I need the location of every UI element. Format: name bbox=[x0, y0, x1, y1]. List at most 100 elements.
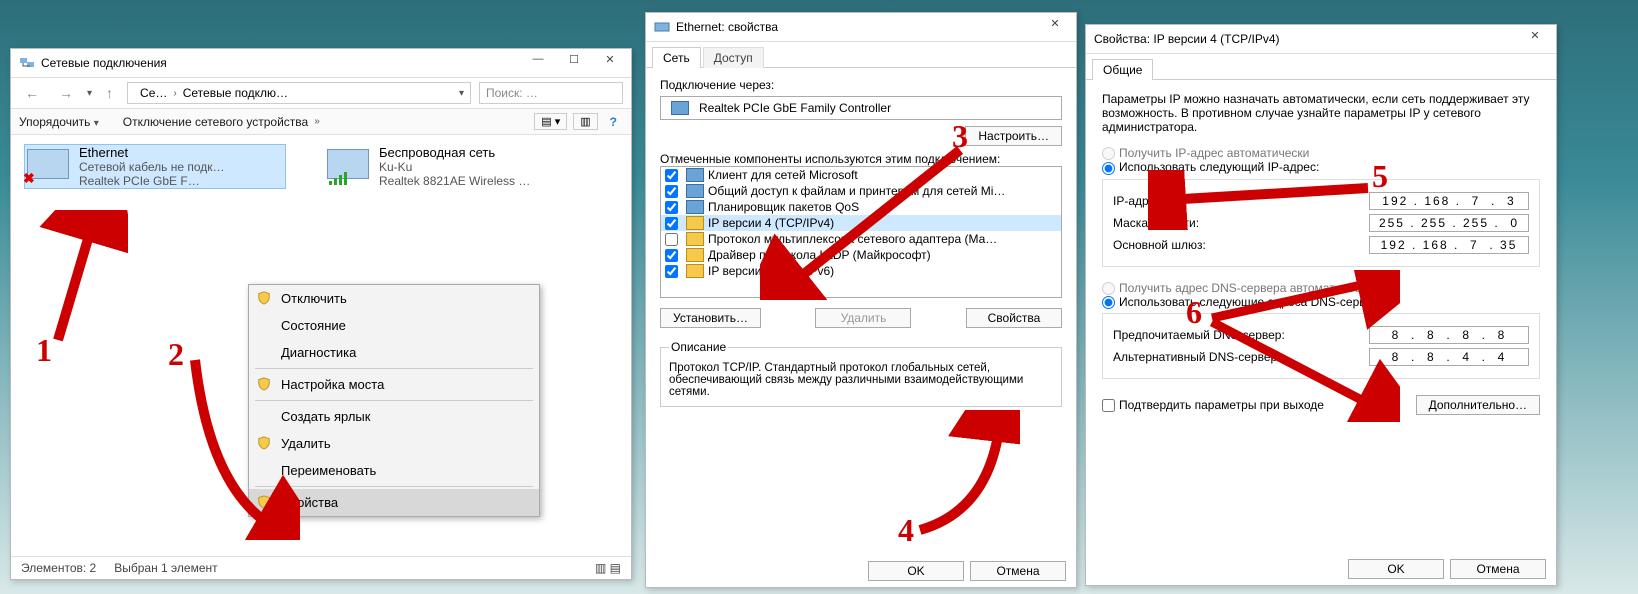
toolbar-organize[interactable]: Упорядочить ▾ bbox=[19, 115, 99, 129]
separator bbox=[255, 368, 533, 369]
item-label: IP версии 6 (TCP/IPv6) bbox=[708, 264, 834, 278]
maximize-button[interactable]: ☐ bbox=[557, 53, 591, 73]
dns2-input[interactable] bbox=[1369, 348, 1529, 366]
item-label: IP версии 4 (TCP/IPv4) bbox=[708, 216, 834, 230]
adapter-driver: Realtek 8821AE Wireless … bbox=[379, 174, 530, 188]
dns1-label: Предпочитаемый DNS-сервер: bbox=[1113, 328, 1285, 342]
shield-icon bbox=[257, 291, 271, 305]
item-checkbox[interactable] bbox=[665, 265, 678, 278]
crumb-item[interactable]: Се… bbox=[140, 86, 167, 100]
item-checkbox[interactable] bbox=[665, 217, 678, 230]
ok-button[interactable]: OK bbox=[1348, 559, 1444, 579]
view-toggle-icon[interactable]: ▥ ▤ bbox=[595, 561, 621, 575]
tab-network[interactable]: Сеть bbox=[652, 47, 701, 68]
remove-button[interactable]: Удалить bbox=[815, 308, 911, 328]
separator bbox=[255, 400, 533, 401]
client-icon bbox=[686, 168, 704, 182]
view-icons-button[interactable]: ▤ ▾ bbox=[534, 113, 567, 130]
protocol-icon bbox=[686, 232, 704, 246]
adapter-ethernet[interactable]: ✖ Ethernet Сетевой кабель не подк… Realt… bbox=[25, 145, 285, 188]
nav-history[interactable]: ▾ bbox=[87, 88, 92, 99]
toolbar-more[interactable]: » bbox=[314, 116, 320, 127]
radio-auto-ip[interactable]: Получить IP-адрес автоматически bbox=[1102, 146, 1309, 160]
gateway-label: Основной шлюз: bbox=[1113, 238, 1206, 252]
list-item[interactable]: Общий доступ к файлам и принтерам для се… bbox=[661, 183, 1061, 199]
nav-forward[interactable]: → bbox=[53, 85, 79, 101]
tab-row: Сеть Доступ bbox=[646, 42, 1076, 68]
protocol-icon bbox=[686, 264, 704, 278]
gateway-input[interactable] bbox=[1369, 236, 1529, 254]
tab-general[interactable]: Общие bbox=[1092, 59, 1153, 80]
ctx-properties[interactable]: Свойства bbox=[249, 489, 539, 516]
shield-icon bbox=[257, 495, 271, 509]
search-input[interactable]: Поиск: … bbox=[479, 82, 623, 104]
nic-icon bbox=[671, 101, 689, 115]
toolbar-disable-device[interactable]: Отключение сетевого устройства bbox=[123, 115, 308, 129]
breadcrumb[interactable]: Се… › Сетевые подклю… ▾ bbox=[127, 82, 471, 104]
shield-icon bbox=[257, 377, 271, 391]
nav-back[interactable]: ← bbox=[19, 85, 45, 101]
window-title: Сетевые подключения bbox=[41, 56, 519, 70]
configure-button[interactable]: Настроить… bbox=[965, 126, 1062, 146]
item-checkbox[interactable] bbox=[665, 201, 678, 214]
item-label: Общий доступ к файлам и принтерам для се… bbox=[708, 184, 1005, 198]
close-button[interactable]: ✕ bbox=[593, 53, 627, 73]
view-details-button[interactable]: ▥ bbox=[573, 113, 597, 130]
advanced-button[interactable]: Дополнительно… bbox=[1416, 395, 1540, 415]
validate-checkbox[interactable]: Подтвердить параметры при выходе bbox=[1102, 398, 1324, 412]
ctx-rename[interactable]: Переименовать bbox=[249, 457, 539, 484]
minimize-button[interactable]: — bbox=[521, 53, 555, 73]
service-icon bbox=[686, 200, 704, 214]
crumb-item[interactable]: Сетевые подклю… bbox=[183, 86, 288, 100]
connect-via-label: Подключение через: bbox=[660, 78, 1062, 92]
item-checkbox[interactable] bbox=[665, 233, 678, 246]
list-item[interactable]: Драйвер протокола LLDP (Майкрософт) bbox=[661, 247, 1061, 263]
components-list[interactable]: Клиент для сетей Microsoft Общий доступ … bbox=[660, 166, 1062, 298]
radio-manual-ip[interactable]: Использовать следующий IP-адрес: bbox=[1102, 160, 1319, 174]
nav-up[interactable]: ↑ bbox=[100, 85, 119, 101]
dns1-input[interactable] bbox=[1369, 326, 1529, 344]
adapter-name: Ethernet bbox=[79, 145, 225, 160]
adapter-list: ✖ Ethernet Сетевой кабель не подк… Realt… bbox=[11, 135, 631, 198]
adapter-status: Ku-Ku bbox=[379, 160, 530, 174]
mask-input[interactable] bbox=[1369, 214, 1529, 232]
ctx-disable[interactable]: Отключить bbox=[249, 285, 539, 312]
list-item[interactable]: IP версии 6 (TCP/IPv6) bbox=[661, 263, 1061, 279]
ctx-status[interactable]: Состояние bbox=[249, 312, 539, 339]
ip-label: IP-адрес: bbox=[1113, 194, 1165, 208]
ctx-shortcut[interactable]: Создать ярлык bbox=[249, 403, 539, 430]
list-item[interactable]: Протокол мультиплексора сетевого адаптер… bbox=[661, 231, 1061, 247]
item-checkbox[interactable] bbox=[665, 185, 678, 198]
app-icon bbox=[19, 55, 35, 71]
status-bar: Элементов: 2 Выбран 1 элемент ▥ ▤ bbox=[11, 556, 631, 579]
tab-access[interactable]: Доступ bbox=[703, 47, 764, 68]
ctx-diagnose[interactable]: Диагностика bbox=[249, 339, 539, 366]
ctx-delete[interactable]: Удалить bbox=[249, 430, 539, 457]
list-item[interactable]: Планировщик пакетов QoS bbox=[661, 199, 1061, 215]
radio-manual-dns[interactable]: Использовать следующие адреса DNS-сервер… bbox=[1102, 295, 1395, 309]
crumb-dropdown[interactable]: ▾ bbox=[459, 88, 464, 99]
ok-button[interactable]: OK bbox=[868, 561, 964, 581]
install-button[interactable]: Установить… bbox=[660, 308, 761, 328]
nic-name: Realtek PCIe GbE Family Controller bbox=[699, 101, 891, 115]
ctx-bridge[interactable]: Настройка моста bbox=[249, 371, 539, 398]
close-button[interactable]: ✕ bbox=[1038, 17, 1072, 37]
properties-button[interactable]: Свойства bbox=[966, 308, 1062, 328]
help-button[interactable]: ? bbox=[604, 115, 623, 129]
list-item[interactable]: Клиент для сетей Microsoft bbox=[661, 167, 1061, 183]
close-button[interactable]: ✕ bbox=[1518, 29, 1552, 49]
separator bbox=[255, 486, 533, 487]
components-label: Отмеченные компоненты используются этим … bbox=[660, 152, 1062, 166]
cancel-button[interactable]: Отмена bbox=[970, 561, 1066, 581]
protocol-icon bbox=[686, 248, 704, 262]
item-checkbox[interactable] bbox=[665, 169, 678, 182]
list-item-ipv4[interactable]: IP версии 4 (TCP/IPv4) bbox=[661, 215, 1061, 231]
radio-auto-dns: Получить адрес DNS-сервера автоматически bbox=[1102, 281, 1372, 295]
cancel-button[interactable]: Отмена bbox=[1450, 559, 1546, 579]
adapter-wifi[interactable]: Беспроводная сеть Ku-Ku Realtek 8821AE W… bbox=[325, 145, 585, 188]
dns2-label: Альтернативный DNS-сервер: bbox=[1113, 350, 1281, 364]
ip-input[interactable] bbox=[1369, 192, 1529, 210]
toolbar: Упорядочить ▾ Отключение сетевого устрой… bbox=[11, 109, 631, 135]
item-checkbox[interactable] bbox=[665, 249, 678, 262]
adapter-status: Сетевой кабель не подк… bbox=[79, 160, 225, 174]
